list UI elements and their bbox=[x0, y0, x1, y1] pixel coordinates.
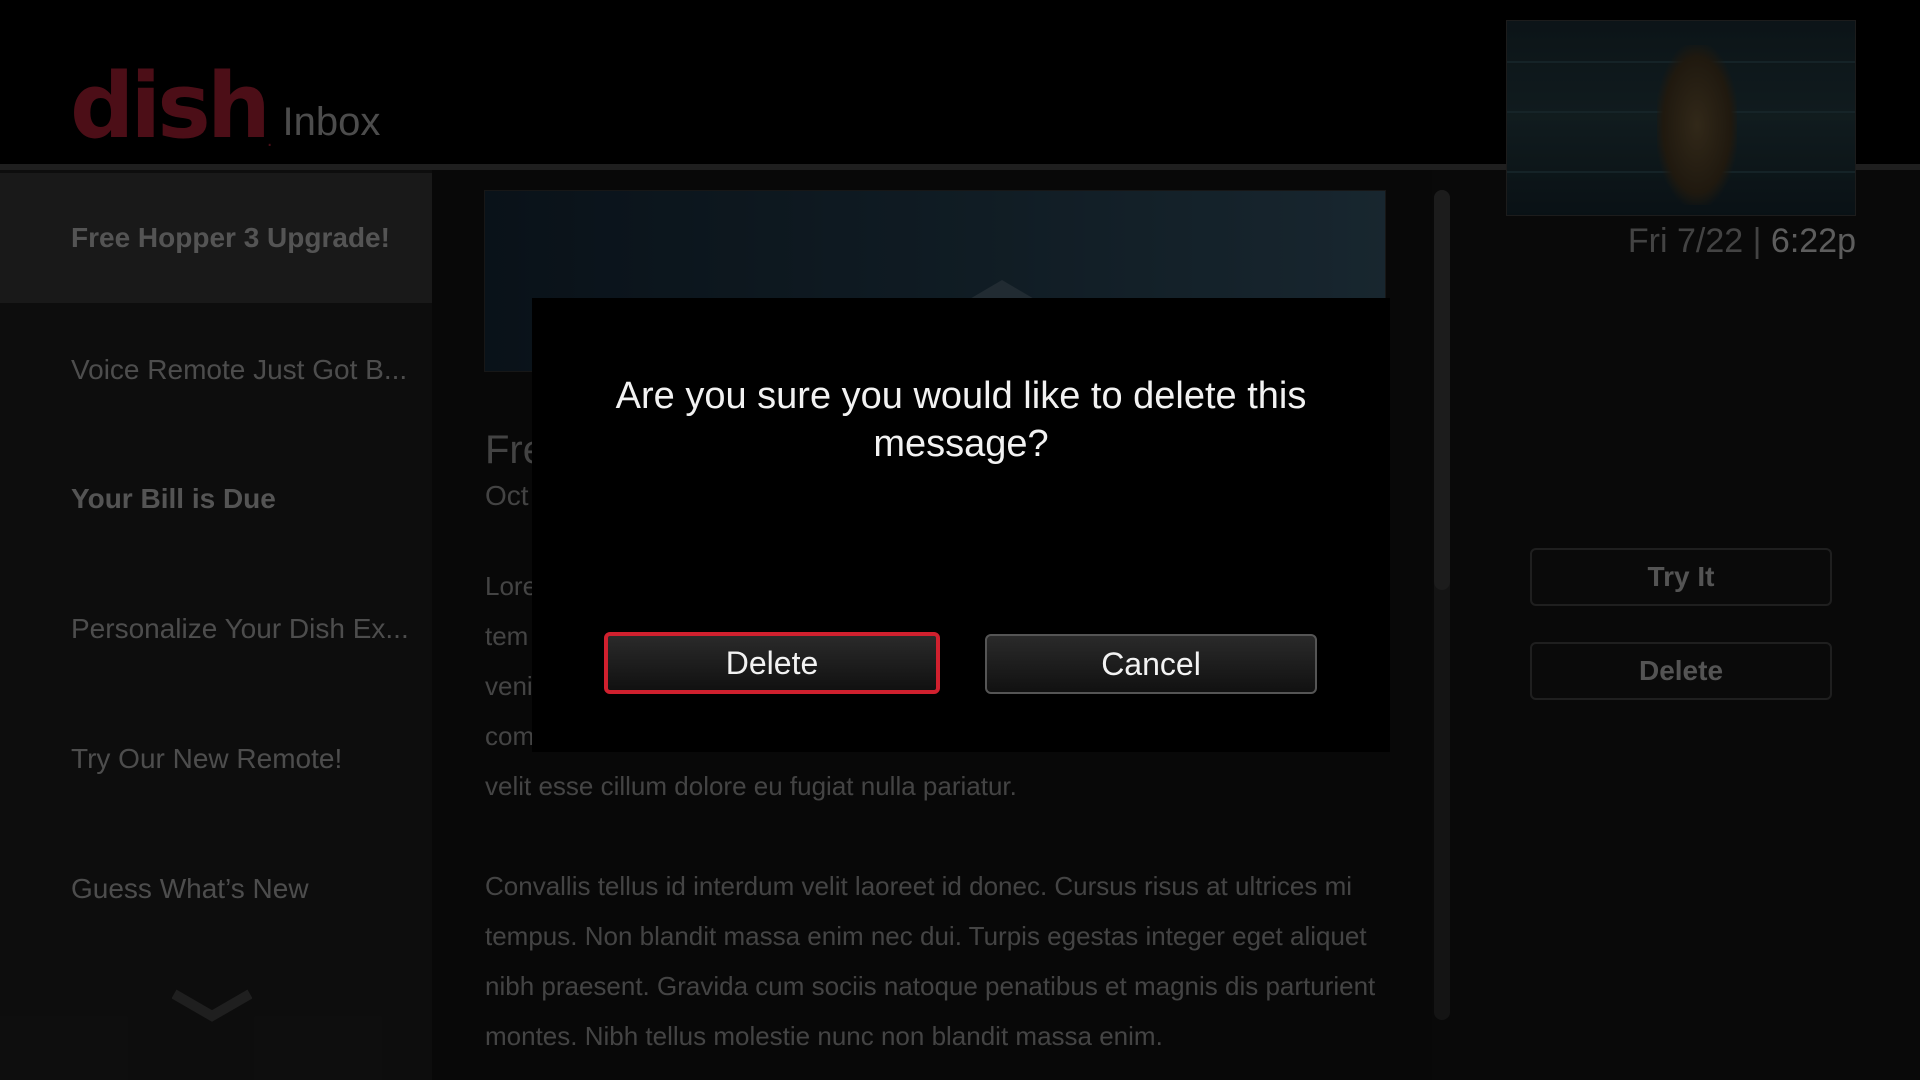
dialog-message: Are you sure you would like to delete th… bbox=[615, 375, 1307, 465]
confirm-delete-button[interactable]: Delete bbox=[604, 632, 940, 694]
confirm-delete-dialog: Are you sure you would like to delete th… bbox=[532, 298, 1390, 752]
cancel-button[interactable]: Cancel bbox=[985, 634, 1317, 694]
